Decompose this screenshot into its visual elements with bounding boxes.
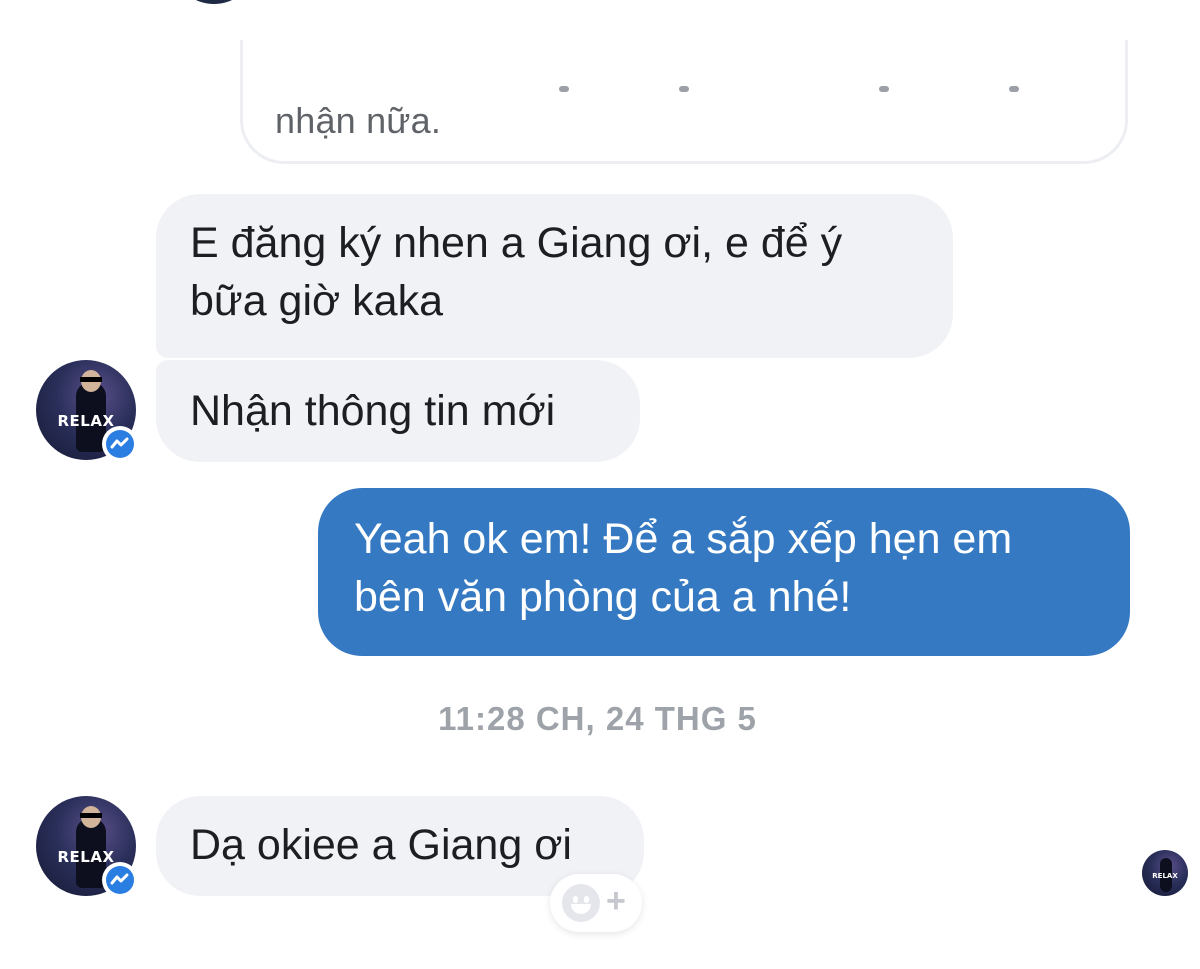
message-timestamp: 11:28 CH, 24 THG 5 (438, 700, 757, 737)
contact-avatar-partial (180, 0, 248, 4)
message-text-line: Yeah ok em! Để a sắp xếp hẹn em (354, 515, 1013, 563)
quoted-message-text: nhận nữa. (275, 100, 442, 141)
clipped-glyph (679, 86, 689, 92)
outgoing-message-bubble[interactable]: Yeah ok em! Để a sắp xếp hẹn em bên văn … (318, 488, 1130, 656)
smiley-add-reaction-icon (562, 884, 600, 922)
message-text: Dạ okiee a Giang ơi (190, 821, 572, 869)
message-text: Nhận thông tin mới (190, 387, 556, 435)
messenger-icon (102, 862, 138, 898)
add-reaction-button[interactable]: + (550, 874, 642, 932)
quoted-message-bubble[interactable]: nhận nữa. (240, 40, 1128, 164)
message-text-line: E đăng ký nhen a Giang ơi, e để ý (190, 219, 843, 267)
clipped-glyph (879, 86, 889, 92)
clipped-glyph (559, 86, 569, 92)
message-text-line: bên văn phòng của a nhé! (354, 573, 852, 621)
avatar-glasses (80, 813, 102, 818)
seen-receipt-avatar: RELAX (1142, 850, 1188, 896)
clipped-text-row (243, 40, 1125, 92)
avatar-label: RELAX (1152, 872, 1178, 880)
avatar-glasses (80, 377, 102, 382)
messenger-icon (102, 426, 138, 462)
incoming-message-bubble[interactable]: Nhận thông tin mới (156, 360, 640, 462)
message-text-line: bữa giờ kaka (190, 277, 444, 325)
plus-icon: + (606, 882, 626, 920)
incoming-message-bubble[interactable]: E đăng ký nhen a Giang ơi, e để ý bữa gi… (156, 194, 953, 358)
chat-screen: nhận nữa. E đăng ký nhen a Giang ơi, e đ… (0, 0, 1200, 969)
clipped-glyph (1009, 86, 1019, 92)
